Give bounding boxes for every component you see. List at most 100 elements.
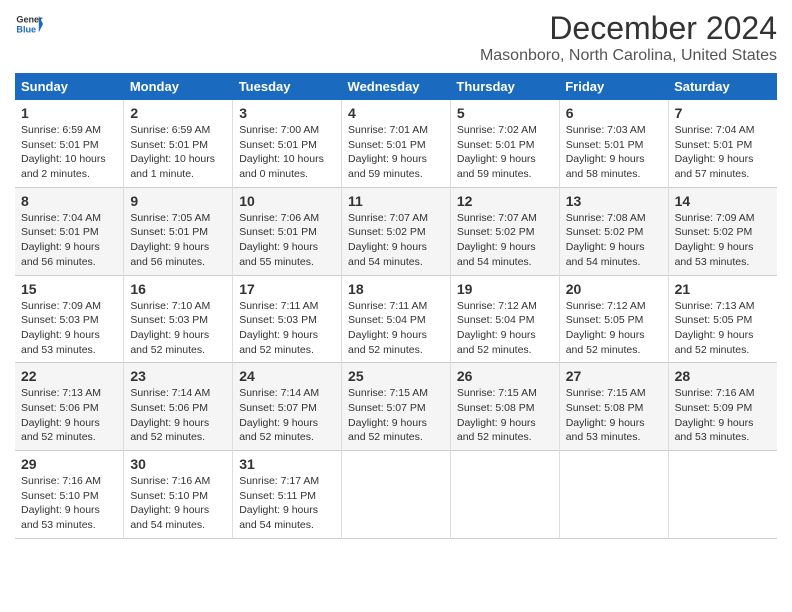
calendar-cell: 20 Sunrise: 7:12 AMSunset: 5:05 PMDayligh…	[559, 275, 668, 363]
calendar-week-row: 1 Sunrise: 6:59 AMSunset: 5:01 PMDaylight…	[15, 100, 777, 187]
day-detail: Sunrise: 7:15 AMSunset: 5:08 PMDaylight:…	[457, 386, 553, 445]
day-number: 30	[130, 456, 226, 472]
day-number: 7	[675, 105, 771, 121]
day-number: 20	[566, 281, 662, 297]
calendar-cell: 18 Sunrise: 7:11 AMSunset: 5:04 PMDayligh…	[342, 275, 451, 363]
calendar-cell: 12 Sunrise: 7:07 AMSunset: 5:02 PMDayligh…	[450, 187, 559, 275]
calendar-cell: 31 Sunrise: 7:17 AMSunset: 5:11 PMDayligh…	[233, 451, 342, 539]
day-detail: Sunrise: 7:07 AMSunset: 5:02 PMDaylight:…	[457, 211, 553, 270]
day-detail: Sunrise: 7:11 AMSunset: 5:04 PMDaylight:…	[348, 299, 444, 358]
day-detail: Sunrise: 7:17 AMSunset: 5:11 PMDaylight:…	[239, 474, 335, 533]
calendar-week-row: 22Sunrise: 7:13 AMSunset: 5:06 PMDayligh…	[15, 363, 777, 451]
calendar-cell: 14 Sunrise: 7:09 AMSunset: 5:02 PMDayligh…	[668, 187, 777, 275]
day-number: 16	[130, 281, 226, 297]
calendar-table: SundayMondayTuesdayWednesdayThursdayFrid…	[15, 73, 777, 539]
logo: General Blue	[15, 10, 43, 38]
calendar-cell: 3 Sunrise: 7:00 AMSunset: 5:01 PMDaylight…	[233, 100, 342, 187]
day-number: 18	[348, 281, 444, 297]
day-number: 19	[457, 281, 553, 297]
day-detail: Sunrise: 7:15 AMSunset: 5:08 PMDaylight:…	[566, 386, 662, 445]
calendar-cell: 4 Sunrise: 7:01 AMSunset: 5:01 PMDaylight…	[342, 100, 451, 187]
calendar-cell: 13 Sunrise: 7:08 AMSunset: 5:02 PMDayligh…	[559, 187, 668, 275]
month-title: December 2024	[480, 10, 777, 47]
day-detail: Sunrise: 7:15 AMSunset: 5:07 PMDaylight:…	[348, 386, 444, 445]
calendar-cell	[450, 451, 559, 539]
day-detail: Sunrise: 7:00 AMSunset: 5:01 PMDaylight:…	[239, 123, 335, 182]
calendar-cell: 29 Sunrise: 7:16 AMSunset: 5:10 PMDayligh…	[15, 451, 124, 539]
calendar-cell: 15 Sunrise: 7:09 AMSunset: 5:03 PMDayligh…	[15, 275, 124, 363]
day-detail: Sunrise: 7:11 AMSunset: 5:03 PMDaylight:…	[239, 299, 335, 358]
calendar-header-row: SundayMondayTuesdayWednesdayThursdayFrid…	[15, 73, 777, 100]
day-number: 12	[457, 193, 553, 209]
day-detail: Sunrise: 7:13 AMSunset: 5:06 PMDaylight:…	[21, 386, 117, 445]
day-detail: Sunrise: 7:09 AMSunset: 5:02 PMDaylight:…	[675, 211, 771, 270]
calendar-cell: 2Sunrise: 6:59 AMSunset: 5:01 PMDaylight…	[124, 100, 233, 187]
calendar-cell: 19 Sunrise: 7:12 AMSunset: 5:04 PMDayligh…	[450, 275, 559, 363]
day-number: 6	[566, 105, 662, 121]
calendar-cell	[559, 451, 668, 539]
day-number: 3	[239, 105, 335, 121]
day-detail: Sunrise: 7:02 AMSunset: 5:01 PMDaylight:…	[457, 123, 553, 182]
day-detail: Sunrise: 7:08 AMSunset: 5:02 PMDaylight:…	[566, 211, 662, 270]
day-number: 10	[239, 193, 335, 209]
day-detail: Sunrise: 7:03 AMSunset: 5:01 PMDaylight:…	[566, 123, 662, 182]
day-number: 1	[21, 105, 117, 121]
day-detail: Sunrise: 6:59 AMSunset: 5:01 PMDaylight:…	[21, 123, 117, 182]
day-detail: Sunrise: 7:04 AMSunset: 5:01 PMDaylight:…	[675, 123, 771, 182]
header-friday: Friday	[559, 73, 668, 100]
calendar-cell: 1 Sunrise: 6:59 AMSunset: 5:01 PMDaylight…	[15, 100, 124, 187]
header-wednesday: Wednesday	[342, 73, 451, 100]
calendar-cell: 23Sunrise: 7:14 AMSunset: 5:06 PMDayligh…	[124, 363, 233, 451]
calendar-cell	[342, 451, 451, 539]
day-detail: Sunrise: 7:01 AMSunset: 5:01 PMDaylight:…	[348, 123, 444, 182]
calendar-cell: 21Sunrise: 7:13 AMSunset: 5:05 PMDayligh…	[668, 275, 777, 363]
day-number: 24	[239, 368, 335, 384]
calendar-cell: 5 Sunrise: 7:02 AMSunset: 5:01 PMDaylight…	[450, 100, 559, 187]
calendar-cell: 6 Sunrise: 7:03 AMSunset: 5:01 PMDaylight…	[559, 100, 668, 187]
day-detail: Sunrise: 7:07 AMSunset: 5:02 PMDaylight:…	[348, 211, 444, 270]
day-number: 5	[457, 105, 553, 121]
day-number: 28	[675, 368, 771, 384]
day-detail: Sunrise: 7:06 AMSunset: 5:01 PMDaylight:…	[239, 211, 335, 270]
calendar-cell: 9Sunrise: 7:05 AMSunset: 5:01 PMDaylight…	[124, 187, 233, 275]
calendar-cell: 28 Sunrise: 7:16 AMSunset: 5:09 PMDayligh…	[668, 363, 777, 451]
day-number: 8	[21, 193, 117, 209]
day-number: 13	[566, 193, 662, 209]
day-number: 15	[21, 281, 117, 297]
day-detail: Sunrise: 7:16 AMSunset: 5:10 PMDaylight:…	[21, 474, 117, 533]
calendar-week-row: 29 Sunrise: 7:16 AMSunset: 5:10 PMDayligh…	[15, 451, 777, 539]
calendar-cell: 17 Sunrise: 7:11 AMSunset: 5:03 PMDayligh…	[233, 275, 342, 363]
header-sunday: Sunday	[15, 73, 124, 100]
header-monday: Monday	[124, 73, 233, 100]
calendar-cell: 16Sunrise: 7:10 AMSunset: 5:03 PMDayligh…	[124, 275, 233, 363]
day-number: 23	[130, 368, 226, 384]
svg-text:Blue: Blue	[16, 24, 36, 34]
page-header: General Blue December 2024 Masonboro, No…	[15, 10, 777, 65]
day-detail: Sunrise: 7:12 AMSunset: 5:05 PMDaylight:…	[566, 299, 662, 358]
calendar-cell	[668, 451, 777, 539]
header-tuesday: Tuesday	[233, 73, 342, 100]
day-detail: Sunrise: 7:09 AMSunset: 5:03 PMDaylight:…	[21, 299, 117, 358]
calendar-cell: 24Sunrise: 7:14 AMSunset: 5:07 PMDayligh…	[233, 363, 342, 451]
header-saturday: Saturday	[668, 73, 777, 100]
day-detail: Sunrise: 7:12 AMSunset: 5:04 PMDaylight:…	[457, 299, 553, 358]
title-section: December 2024 Masonboro, North Carolina,…	[480, 10, 777, 65]
calendar-cell: 8 Sunrise: 7:04 AMSunset: 5:01 PMDaylight…	[15, 187, 124, 275]
location-title: Masonboro, North Carolina, United States	[480, 47, 777, 65]
calendar-cell: 27 Sunrise: 7:15 AMSunset: 5:08 PMDayligh…	[559, 363, 668, 451]
day-number: 21	[675, 281, 771, 297]
day-number: 27	[566, 368, 662, 384]
day-number: 31	[239, 456, 335, 472]
calendar-cell: 30 Sunrise: 7:16 AMSunset: 5:10 PMDayligh…	[124, 451, 233, 539]
day-number: 4	[348, 105, 444, 121]
day-number: 29	[21, 456, 117, 472]
calendar-week-row: 15 Sunrise: 7:09 AMSunset: 5:03 PMDayligh…	[15, 275, 777, 363]
day-number: 17	[239, 281, 335, 297]
calendar-cell: 11Sunrise: 7:07 AMSunset: 5:02 PMDayligh…	[342, 187, 451, 275]
day-detail: Sunrise: 7:16 AMSunset: 5:09 PMDaylight:…	[675, 386, 771, 445]
calendar-cell: 7 Sunrise: 7:04 AMSunset: 5:01 PMDaylight…	[668, 100, 777, 187]
day-detail: Sunrise: 7:04 AMSunset: 5:01 PMDaylight:…	[21, 211, 117, 270]
day-detail: Sunrise: 7:16 AMSunset: 5:10 PMDaylight:…	[130, 474, 226, 533]
day-number: 14	[675, 193, 771, 209]
calendar-cell: 26Sunrise: 7:15 AMSunset: 5:08 PMDayligh…	[450, 363, 559, 451]
